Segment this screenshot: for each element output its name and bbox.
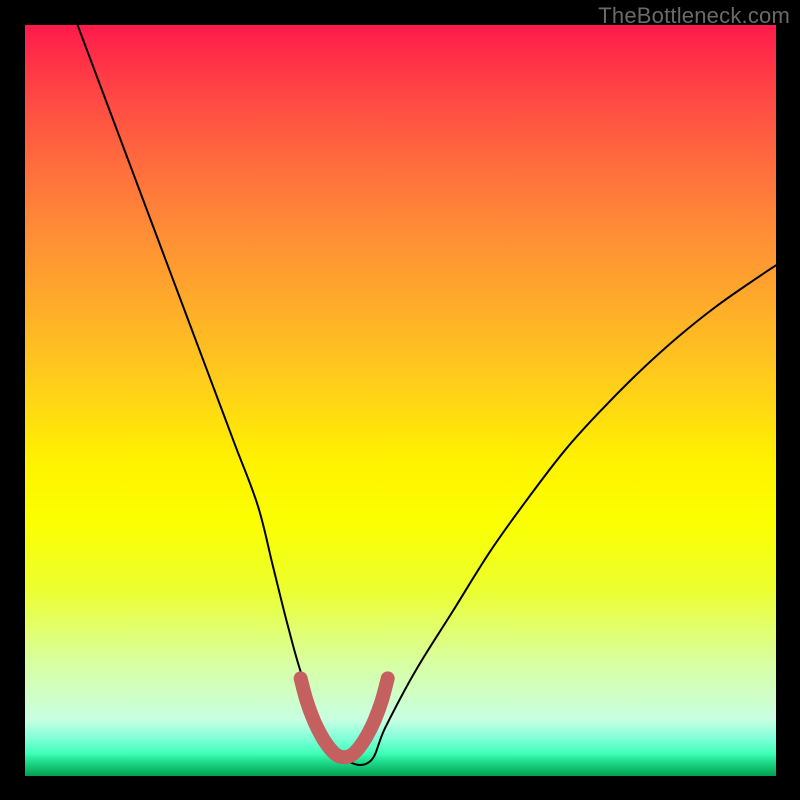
chart-frame xyxy=(25,25,776,776)
bottleneck-curve xyxy=(78,25,776,765)
chart-svg xyxy=(25,25,776,776)
plot-area xyxy=(25,25,776,776)
sweet-spot-band xyxy=(301,678,388,757)
